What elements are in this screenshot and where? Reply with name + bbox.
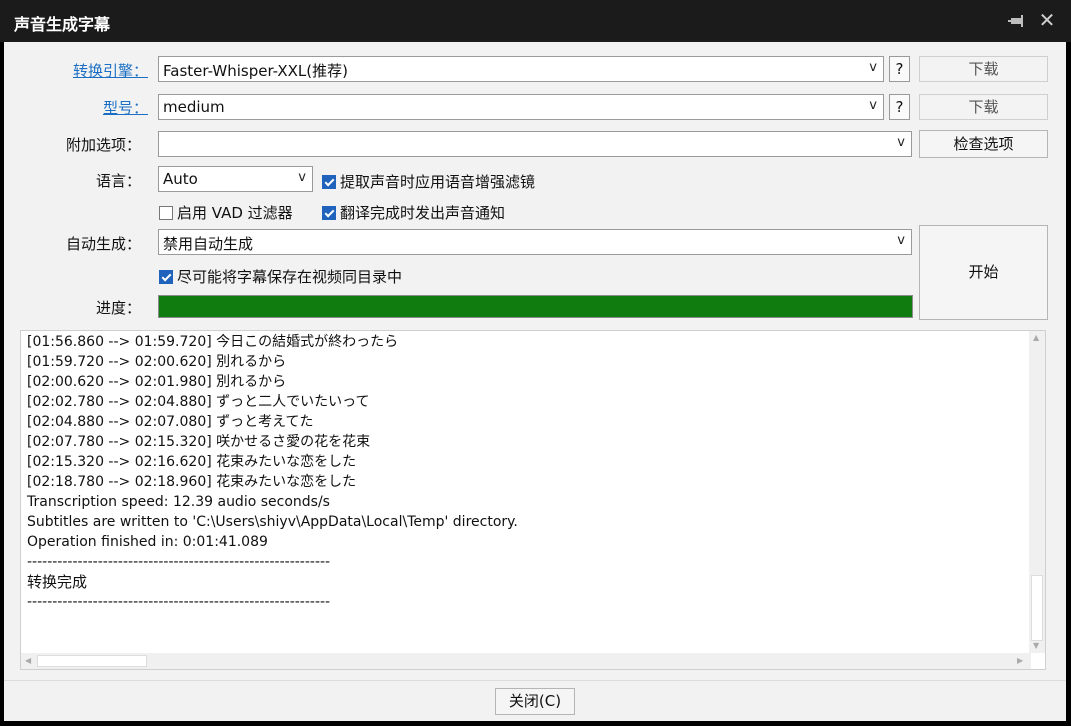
dialog-body: 转换引擎： Faster-Whisper-XXL(推荐) v ? 下载 型号： …: [4, 42, 1066, 721]
vertical-scroll-thumb[interactable]: [1031, 575, 1043, 641]
close-icon[interactable]: ✕: [1038, 10, 1056, 30]
language-select[interactable]: Auto v: [158, 166, 313, 192]
engine-select[interactable]: Faster-Whisper-XXL(推荐) v: [158, 56, 884, 82]
save-same-dir-label: 尽可能将字幕保存在视频同目录中: [177, 268, 403, 286]
horizontal-scrollbar[interactable]: ◀ ▶: [21, 653, 1031, 669]
log-line: 转换完成: [27, 573, 88, 591]
notify-sound-label: 翻译完成时发出声音通知: [340, 204, 506, 222]
vertical-scrollbar[interactable]: ▲ ▼: [1029, 331, 1045, 653]
window-title: 声音生成字幕: [14, 15, 111, 34]
progress-bar: [158, 295, 913, 318]
model-download-button[interactable]: 下载: [919, 94, 1048, 120]
progress-label: 进度：: [95, 299, 141, 317]
checkbox-checked-icon: [322, 206, 336, 220]
engine-download-button[interactable]: 下载: [919, 56, 1048, 82]
subtitle-generation-dialog: 声音生成字幕 ✕ 转换引擎： Faster-Whisper-XXL(推荐) v …: [0, 0, 1071, 726]
log-line: Transcription speed: 12.39 audio seconds…: [27, 494, 330, 510]
log-line: [01:56.860 --> 01:59.720] 今日この結婚式が終わったら: [27, 334, 399, 350]
language-label: 语言：: [95, 172, 141, 190]
close-button[interactable]: 关闭(C): [495, 688, 575, 715]
enhance-filter-label: 提取声音时应用语音增强滤镜: [340, 173, 536, 191]
title-bar: 声音生成字幕 ✕: [0, 0, 1071, 42]
chevron-down-icon: v: [298, 170, 306, 185]
log-line: Subtitles are written to 'C:\Users\shiyv…: [27, 514, 518, 530]
chevron-down-icon: v: [897, 135, 905, 150]
auto-generate-value: 禁用自动生成: [163, 235, 254, 253]
log-line: [01:59.720 --> 02:00.620] 別れるから: [27, 354, 287, 370]
pin-icon[interactable]: [1008, 12, 1026, 30]
chevron-down-icon: v: [897, 233, 905, 248]
checkbox-checked-icon: [322, 175, 336, 189]
model-label-link[interactable]: 型号：: [8, 97, 148, 118]
log-line: [02:07.780 --> 02:15.320] 咲かせるさ愛の花を花束: [27, 434, 371, 450]
chevron-down-icon: v: [869, 98, 877, 113]
log-output[interactable]: [01:56.860 --> 01:59.720] 今日この結婚式が終わったら […: [20, 330, 1046, 670]
checkbox-checked-icon: [159, 270, 173, 284]
model-select[interactable]: medium v: [158, 94, 884, 120]
start-button[interactable]: 开始: [919, 225, 1048, 320]
engine-value: Faster-Whisper-XXL(推荐): [163, 62, 348, 80]
language-value: Auto: [163, 170, 198, 188]
log-line: ----------------------------------------…: [27, 554, 331, 570]
extra-options-label: 附加选项：: [65, 136, 141, 154]
log-line: Operation finished in: 0:01:41.089: [27, 534, 268, 550]
model-help-button[interactable]: ?: [889, 94, 910, 120]
enhance-filter-checkbox[interactable]: 提取声音时应用语音增强滤镜: [322, 171, 535, 192]
log-line: [02:00.620 --> 02:01.980] 別れるから: [27, 374, 287, 390]
log-line: [02:18.780 --> 02:18.960] 花束みたいな恋をした: [27, 474, 357, 490]
chevron-down-icon: v: [869, 60, 877, 75]
engine-help-button[interactable]: ?: [889, 56, 910, 82]
footer-divider: [4, 680, 1066, 681]
engine-label-link[interactable]: 转换引擎：: [8, 60, 148, 81]
save-same-dir-checkbox[interactable]: 尽可能将字幕保存在视频同目录中: [159, 266, 402, 287]
log-line: [02:15.320 --> 02:16.620] 花束みたいな恋をした: [27, 454, 357, 470]
vad-filter-label: 启用 VAD 过滤器: [177, 204, 293, 222]
auto-generate-label: 自动生成：: [65, 235, 141, 253]
horizontal-scroll-thumb[interactable]: [37, 655, 147, 667]
check-options-button[interactable]: 检查选项: [919, 130, 1048, 158]
progress-fill: [159, 296, 912, 317]
model-value: medium: [163, 98, 225, 116]
auto-generate-select[interactable]: 禁用自动生成 v: [158, 229, 912, 255]
log-line: ----------------------------------------…: [27, 594, 331, 610]
extra-options-select[interactable]: v: [158, 131, 912, 157]
checkbox-unchecked-icon: [159, 206, 173, 220]
log-line: [02:04.880 --> 02:07.080] ずっと考えてた: [27, 414, 314, 430]
scroll-down-icon[interactable]: ▼: [1033, 641, 1039, 650]
notify-sound-checkbox[interactable]: 翻译完成时发出声音通知: [322, 202, 505, 223]
vad-filter-checkbox[interactable]: 启用 VAD 过滤器: [159, 202, 293, 223]
scroll-left-icon[interactable]: ◀: [25, 656, 31, 665]
scroll-right-icon[interactable]: ▶: [1017, 656, 1023, 665]
log-line: [02:02.780 --> 02:04.880] ずっと二人でいたいって: [27, 394, 370, 410]
log-lines: [01:56.860 --> 01:59.720] 今日この結婚式が終わったら […: [27, 332, 518, 612]
scroll-up-icon[interactable]: ▲: [1033, 333, 1039, 342]
